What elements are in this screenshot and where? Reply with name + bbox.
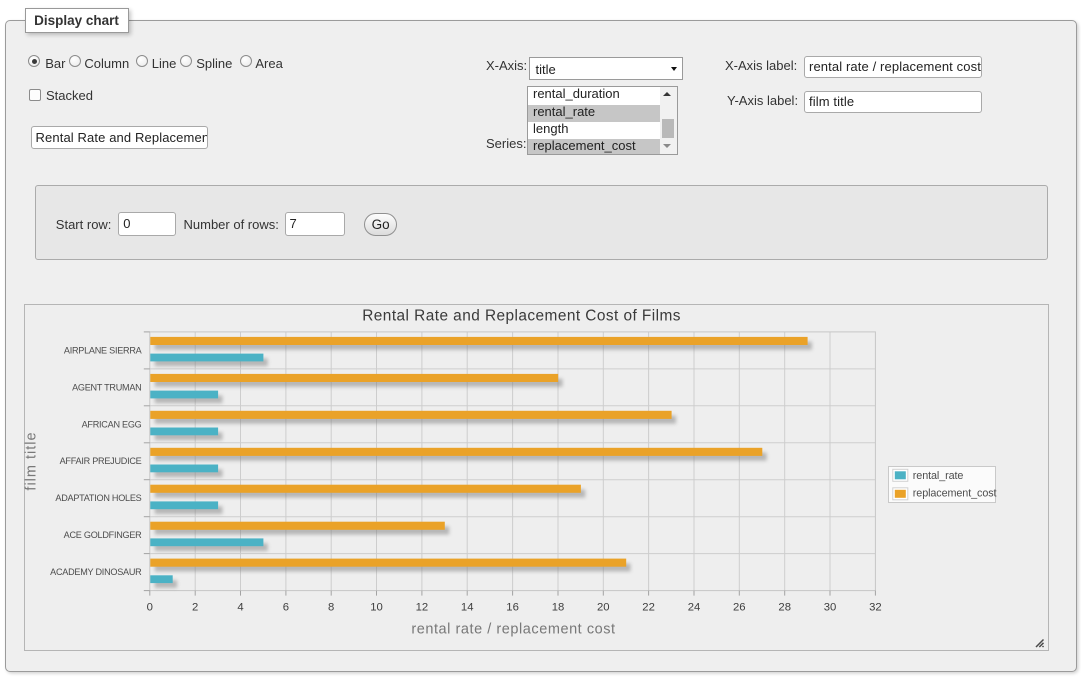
svg-text:18: 18 <box>552 602 565 614</box>
svg-text:10: 10 <box>370 602 383 614</box>
svg-text:rental rate / replacement cost: rental rate / replacement cost <box>411 622 615 638</box>
svg-text:AIRPLANE SIERRA: AIRPLANE SIERRA <box>64 345 143 355</box>
svg-text:replacement_cost: replacement_cost <box>913 488 997 500</box>
svg-text:20: 20 <box>597 602 610 614</box>
svg-text:30: 30 <box>824 602 837 614</box>
svg-text:Rental Rate and Replacement Co: Rental Rate and Replacement Cost of Film… <box>362 307 681 324</box>
svg-text:0: 0 <box>147 602 153 614</box>
svg-text:ACE GOLDFINGER: ACE GOLDFINGER <box>64 530 143 540</box>
svg-text:32: 32 <box>869 602 882 614</box>
svg-text:6: 6 <box>283 602 289 614</box>
svg-text:AFFAIR PREJUDICE: AFFAIR PREJUDICE <box>60 456 142 466</box>
svg-text:rental_rate: rental_rate <box>913 470 964 482</box>
svg-text:16: 16 <box>506 602 519 614</box>
svg-text:14: 14 <box>461 602 474 614</box>
svg-text:film title: film title <box>24 431 40 490</box>
svg-text:AFRICAN EGG: AFRICAN EGG <box>82 419 142 429</box>
svg-text:8: 8 <box>328 602 334 614</box>
svg-text:22: 22 <box>642 602 655 614</box>
svg-text:12: 12 <box>416 602 429 614</box>
svg-text:24: 24 <box>688 602 701 614</box>
svg-text:4: 4 <box>237 602 243 614</box>
svg-text:ADAPTATION HOLES: ADAPTATION HOLES <box>55 493 141 503</box>
svg-text:28: 28 <box>778 602 791 614</box>
svg-text:26: 26 <box>733 602 746 614</box>
svg-text:2: 2 <box>192 602 198 614</box>
svg-text:ACADEMY DINOSAUR: ACADEMY DINOSAUR <box>50 567 142 577</box>
svg-text:AGENT TRUMAN: AGENT TRUMAN <box>72 382 141 392</box>
